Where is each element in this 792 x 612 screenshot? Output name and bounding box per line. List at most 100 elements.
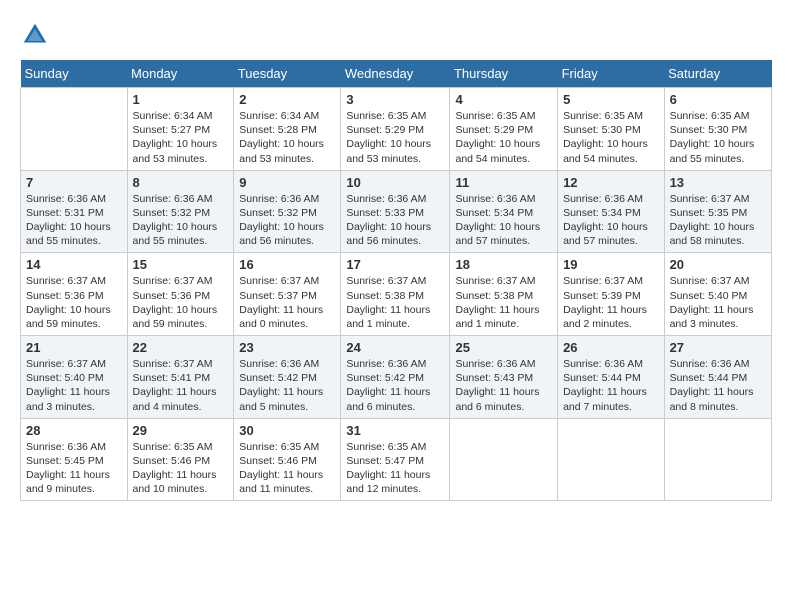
- calendar-cell: 26Sunrise: 6:36 AMSunset: 5:44 PMDayligh…: [558, 336, 665, 419]
- sunset-text: Sunset: 5:40 PM: [670, 290, 748, 302]
- sunrise-text: Sunrise: 6:36 AM: [455, 358, 535, 370]
- calendar-cell: 19Sunrise: 6:37 AMSunset: 5:39 PMDayligh…: [558, 253, 665, 336]
- sunset-text: Sunset: 5:30 PM: [563, 124, 641, 136]
- sunset-text: Sunset: 5:34 PM: [563, 207, 641, 219]
- calendar-cell: 8Sunrise: 6:36 AMSunset: 5:32 PMDaylight…: [127, 170, 234, 253]
- day-header-sunday: Sunday: [21, 60, 128, 88]
- day-number: 25: [455, 340, 552, 355]
- daylight-text: Daylight: 11 hours and 6 minutes.: [346, 386, 430, 412]
- day-number: 31: [346, 423, 444, 438]
- cell-info: Sunrise: 6:37 AMSunset: 5:41 PMDaylight:…: [133, 357, 229, 414]
- day-number: 27: [670, 340, 766, 355]
- cell-info: Sunrise: 6:37 AM Sunset: 5:40 PM Daylight:…: [670, 274, 766, 331]
- sunrise-text: Sunrise: 6:37 AM: [26, 275, 106, 287]
- cell-info: Sunrise: 6:37 AMSunset: 5:39 PMDaylight:…: [563, 274, 659, 331]
- sunrise-text: Sunrise: 6:37 AM: [346, 275, 426, 287]
- day-header-saturday: Saturday: [664, 60, 771, 88]
- sunset-text: Sunset: 5:44 PM: [563, 372, 641, 384]
- calendar-cell: [558, 418, 665, 501]
- sunset-text: Sunset: 5:29 PM: [455, 124, 533, 136]
- sunrise-text: Sunrise: 6:36 AM: [26, 193, 106, 205]
- calendar-cell: 20Sunrise: 6:37 AMSunset: 5:40 PMDayligh…: [664, 253, 771, 336]
- day-number: 8: [133, 175, 229, 190]
- days-header-row: SundayMondayTuesdayWednesdayThursdayFrid…: [21, 60, 772, 88]
- day-number: 30: [239, 423, 335, 438]
- cell-info: Sunrise: 6:37 AMSunset: 5:35 PMDaylight:…: [670, 192, 766, 249]
- daylight-text: Daylight: 11 hours and 7 minutes.: [563, 386, 647, 412]
- daylight-text: Daylight: 10 hours and 53 minutes.: [346, 138, 431, 164]
- cell-info: Sunrise: 6:35 AMSunset: 5:30 PMDaylight:…: [563, 109, 659, 166]
- calendar-cell: 12Sunrise: 6:36 AMSunset: 5:34 PMDayligh…: [558, 170, 665, 253]
- sunrise-text: Sunrise: 6:36 AM: [346, 358, 426, 370]
- day-number: 1: [133, 92, 229, 107]
- daylight-text: Daylight: 10 hours and 56 minutes.: [346, 221, 431, 247]
- day-number: 17: [346, 257, 444, 272]
- sunset-text: Sunset: 5:27 PM: [133, 124, 211, 136]
- cell-info: Sunrise: 6:35 AMSunset: 5:30 PMDaylight:…: [670, 109, 766, 166]
- calendar-cell: 31 Sunrise: 6:35 AM Sunset: 5:47 PM Dayligh…: [341, 418, 450, 501]
- calendar-cell: 22 Sunrise: 6:37 AMSunset: 5:41 PMDayligh…: [127, 336, 234, 419]
- cell-info: Sunrise: 6:34 AMSunset: 5:28 PMDaylight:…: [239, 109, 335, 166]
- daylight-text: Daylight: 11 hours and 3 minutes.: [670, 304, 754, 330]
- day-number: 22: [133, 340, 229, 355]
- day-header-wednesday: Wednesday: [341, 60, 450, 88]
- sunset-text: Sunset: 5:38 PM: [346, 290, 424, 302]
- sunset-text: Sunset: 5:46 PM: [133, 455, 211, 467]
- sunrise-text: Sunrise: 6:36 AM: [563, 193, 643, 205]
- sunrise-text: Sunrise: 6:37 AM: [563, 275, 643, 287]
- calendar-cell: 28Sunrise: 6:36 AMSunset: 5:45 PMDayligh…: [21, 418, 128, 501]
- calendar-cell: 6Sunrise: 6:35 AMSunset: 5:30 PMDaylight…: [664, 88, 771, 171]
- sunset-text: Sunset: 5:32 PM: [239, 207, 317, 219]
- calendar-cell: 21Sunrise: 6:37 AMSunset: 5:40 PMDayligh…: [21, 336, 128, 419]
- logo: [20, 20, 54, 50]
- sunrise-text: Sunrise: 6:37 AM: [670, 193, 750, 205]
- sunrise-text: Sunrise: 6:37 AM: [133, 275, 213, 287]
- day-number: 16: [239, 257, 335, 272]
- daylight-text: Daylight: 11 hours and 5 minutes.: [239, 386, 323, 412]
- calendar-cell: 18Sunrise: 6:37 AMSunset: 5:38 PMDayligh…: [450, 253, 558, 336]
- page-header: [20, 20, 772, 50]
- week-row-4: 21Sunrise: 6:37 AMSunset: 5:40 PMDayligh…: [21, 336, 772, 419]
- sunrise-text: Sunrise: 6:37 AM: [670, 275, 750, 287]
- calendar-cell: 7Sunrise: 6:36 AMSunset: 5:31 PMDaylight…: [21, 170, 128, 253]
- sunrise-text: Sunrise: 6:36 AM: [239, 358, 319, 370]
- day-number: 2: [239, 92, 335, 107]
- week-row-5: 28Sunrise: 6:36 AMSunset: 5:45 PMDayligh…: [21, 418, 772, 501]
- calendar-table: SundayMondayTuesdayWednesdayThursdayFrid…: [20, 60, 772, 501]
- logo-icon: [20, 20, 50, 50]
- cell-info: Sunrise: 6:36 AMSunset: 5:44 PMDaylight:…: [670, 357, 766, 414]
- sunrise-text: Sunrise: 6:35 AM: [346, 110, 426, 122]
- calendar-cell: 17Sunrise: 6:37 AMSunset: 5:38 PMDayligh…: [341, 253, 450, 336]
- sunrise-text: Sunrise: 6:35 AM: [346, 441, 426, 453]
- sunset-text: Sunset: 5:45 PM: [26, 455, 104, 467]
- cell-info: Sunrise: 6:35 AM Sunset: 5:47 PM Daylight:…: [346, 440, 444, 497]
- sunset-text: Sunset: 5:31 PM: [26, 207, 104, 219]
- daylight-text: Daylight: 10 hours and 58 minutes.: [670, 221, 755, 247]
- sunrise-text: Sunrise: 6:36 AM: [239, 193, 319, 205]
- daylight-text: Daylight: 11 hours and 12 minutes.: [346, 469, 430, 495]
- day-number: 24: [346, 340, 444, 355]
- sunrise-text: Sunrise: 6:35 AM: [239, 441, 319, 453]
- sunrise-text: Sunrise: 6:34 AM: [239, 110, 319, 122]
- day-number: 10: [346, 175, 444, 190]
- week-row-2: 7Sunrise: 6:36 AMSunset: 5:31 PMDaylight…: [21, 170, 772, 253]
- sunset-text: Sunset: 5:46 PM: [239, 455, 317, 467]
- sunset-text: Sunset: 5:34 PM: [455, 207, 533, 219]
- cell-info: Sunrise: 6:36 AMSunset: 5:32 PMDaylight:…: [239, 192, 335, 249]
- daylight-text: Daylight: 11 hours and 0 minutes.: [239, 304, 323, 330]
- cell-info: Sunrise: 6:37 AMSunset: 5:38 PMDaylight:…: [346, 274, 444, 331]
- day-number: 3: [346, 92, 444, 107]
- sunset-text: Sunset: 5:47 PM: [346, 455, 424, 467]
- sunset-text: Sunset: 5:32 PM: [133, 207, 211, 219]
- calendar-cell: 5Sunrise: 6:35 AMSunset: 5:30 PMDaylight…: [558, 88, 665, 171]
- daylight-text: Daylight: 11 hours and 4 minutes.: [133, 386, 217, 412]
- calendar-cell: 4Sunrise: 6:35 AMSunset: 5:29 PMDaylight…: [450, 88, 558, 171]
- sunrise-text: Sunrise: 6:35 AM: [670, 110, 750, 122]
- day-number: 28: [26, 423, 122, 438]
- sunset-text: Sunset: 5:39 PM: [563, 290, 641, 302]
- sunset-text: Sunset: 5:36 PM: [26, 290, 104, 302]
- daylight-text: Daylight: 11 hours and 6 minutes.: [455, 386, 539, 412]
- sunset-text: Sunset: 5:36 PM: [133, 290, 211, 302]
- daylight-text: Daylight: 10 hours and 55 minutes.: [26, 221, 111, 247]
- cell-info: Sunrise: 6:37 AMSunset: 5:36 PMDaylight:…: [133, 274, 229, 331]
